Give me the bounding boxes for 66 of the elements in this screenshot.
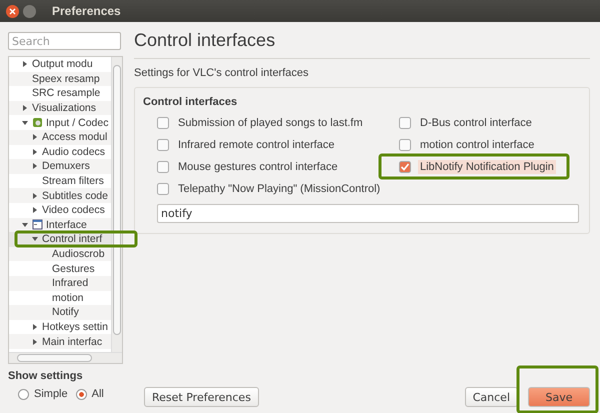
expander-icon[interactable] (32, 192, 38, 199)
checkbox-option[interactable]: Submission of played songs to last.fm (157, 114, 399, 132)
radio-icon[interactable] (18, 388, 29, 400)
module-field[interactable]: notify (157, 204, 579, 223)
tree-item[interactable]: Demuxers (9, 159, 111, 174)
window-icon (32, 219, 43, 230)
tree-item[interactable]: Speex resamp (9, 72, 111, 86)
expander-icon[interactable] (32, 134, 38, 140)
radio-option[interactable]: Simple (18, 388, 68, 400)
reset-preferences-button[interactable]: Reset Preferences (144, 387, 259, 407)
expander-icon[interactable] (32, 207, 38, 214)
tree-item[interactable]: Infrared (9, 276, 111, 290)
minimize-icon[interactable] (23, 4, 36, 18)
cancel-button[interactable]: Cancel (464, 387, 518, 407)
tree-item[interactable]: Stream filters (9, 174, 111, 188)
horizontal-scrollbar[interactable] (9, 352, 122, 363)
checkbox-option[interactable]: Infrared remote control interface (157, 136, 399, 154)
show-settings-label: Show settings (8, 370, 84, 382)
checkbox[interactable] (399, 161, 411, 173)
checkbox-option[interactable]: D-Bus control interface (399, 114, 579, 132)
checkbox-label: Submission of played songs to last.fm (177, 116, 364, 130)
expander-icon[interactable] (32, 324, 38, 330)
checkbox-label: Telepathy "Now Playing" (MissionControl) (177, 182, 382, 196)
expander-icon[interactable] (22, 222, 28, 228)
checkbox-label: LibNotify Notification Plugin (418, 160, 556, 174)
checkbox[interactable] (157, 183, 169, 195)
expander-icon[interactable] (32, 163, 38, 170)
checkbox[interactable] (157, 161, 169, 173)
checkbox[interactable] (157, 117, 169, 129)
tree-item[interactable]: Access modul (9, 130, 111, 145)
checkbox-option[interactable]: Telepathy "Now Playing" (MissionControl) (157, 180, 399, 198)
radio-label: All (92, 388, 104, 400)
save-button[interactable]: Save (528, 387, 590, 407)
tree-item[interactable]: Notify (9, 305, 111, 320)
close-icon[interactable] (6, 4, 19, 18)
checkbox[interactable] (399, 117, 411, 129)
expander-icon[interactable] (32, 148, 38, 155)
codec-icon (32, 117, 43, 128)
radio-icon[interactable] (76, 388, 87, 400)
expander-icon[interactable] (32, 236, 38, 242)
page-title: Control interfaces (134, 30, 276, 52)
radio-option[interactable]: All (76, 388, 104, 400)
group-title: Control interfaces (143, 96, 238, 108)
expander-icon[interactable] (22, 105, 28, 112)
checkbox-label: motion control interface (419, 138, 536, 152)
tree-item[interactable]: Main interfac (9, 334, 111, 349)
tree-item[interactable]: Hotkeys settin (9, 320, 111, 334)
tree-item[interactable]: Visualizations (9, 100, 111, 116)
checkbox-label: D-Bus control interface (419, 116, 533, 130)
checkbox[interactable] (399, 139, 411, 151)
checkbox-option[interactable]: Mouse gestures control interface (157, 158, 399, 176)
expander-icon[interactable] (32, 338, 38, 345)
checkbox-option[interactable]: LibNotify Notification Plugin (399, 158, 579, 176)
tree-item[interactable]: Audioscrob (9, 246, 111, 262)
radio-label: Simple (34, 388, 68, 400)
checkbox-option[interactable]: motion control interface (399, 136, 579, 154)
vertical-scrollbar[interactable] (111, 57, 122, 353)
window-title: Preferences (52, 4, 121, 18)
tree-item[interactable]: Subtitles code (9, 188, 111, 203)
checkbox[interactable] (157, 139, 169, 151)
search-field[interactable]: Search (8, 32, 121, 50)
checkbox-label: Mouse gestures control interface (177, 160, 339, 174)
checkbox-label: Infrared remote control interface (177, 138, 336, 152)
expander-icon[interactable] (22, 61, 28, 68)
page-subtitle: Settings for VLC's control interfaces (134, 67, 309, 79)
expander-icon[interactable] (22, 120, 28, 126)
